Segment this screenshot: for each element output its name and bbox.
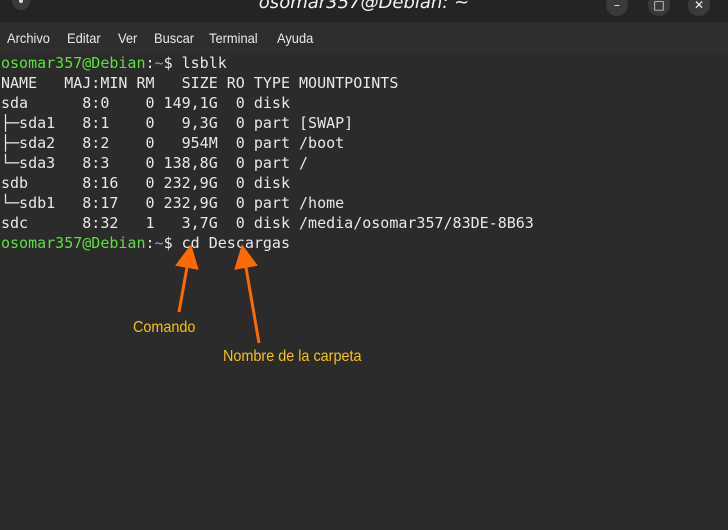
annotation-nombre-carpeta: Nombre de la carpeta — [223, 348, 362, 365]
annotation-comando: Comando — [133, 319, 196, 336]
annotation-arrows — [175, 244, 261, 344]
arrow-comando — [175, 244, 199, 313]
arrow-carpeta — [234, 244, 261, 344]
